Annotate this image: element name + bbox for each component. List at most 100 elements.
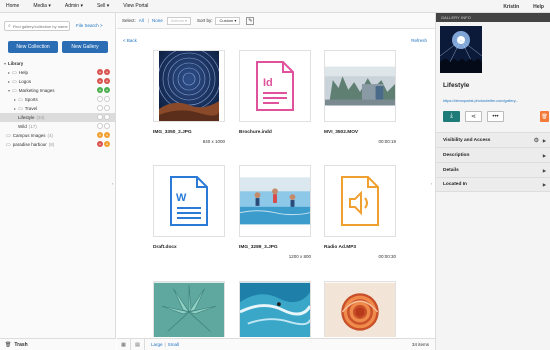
empty-badge-icon [97,96,103,102]
tree-count: (34) [36,115,45,120]
nav-sell[interactable]: Sell ▾ [97,3,109,9]
download-icon: ⤓ [450,113,453,119]
panel-header: GALLERY INFO [436,13,550,22]
file-name: IMG_3350_2.JPG [153,130,192,135]
top-nav: Home Media ▾ Admin ▾ Sell ▾ View Portal … [0,0,550,13]
file-card[interactable] [153,281,225,337]
file-card[interactable]: IMG_3350_2.JPG 840 x 1000 [153,50,225,144]
file-thumbnail[interactable] [239,281,311,337]
nav-home[interactable]: Home [6,3,19,9]
user-menu[interactable]: Kristin [503,4,519,10]
sort-label: Sort by: [196,18,213,23]
download-button[interactable]: ⤓ [443,111,460,122]
size-small-link[interactable]: Small [168,342,179,347]
tree-item-paradise-harbour[interactable]: ▭ paradise harbour (8) ● ● [0,140,116,149]
sort-value: Custom [219,18,234,23]
section-label: Visibility and Access [443,137,491,143]
file-card[interactable]: MVI_3502.MOV 00:00:19 [324,50,396,144]
select-none-link[interactable]: None [152,18,163,23]
tree-item-sports[interactable]: ▸ ▭ Sports [0,95,116,104]
gallery-search-input[interactable] [12,23,69,29]
file-thumbnail[interactable] [153,281,225,337]
more-button[interactable]: ••• [487,111,504,122]
file-card[interactable] [324,281,396,337]
actions-label: Actions [170,18,184,23]
visibility-badges [96,114,110,120]
tree-label: Help [18,70,28,75]
gallery-content: Select: All | None Actions ▾ Sort by: Cu… [117,13,435,350]
seashell-image [325,282,395,337]
section-details[interactable]: Details ▶ [436,162,550,177]
file-name: Radio Ad.MP3 [324,245,357,250]
gallery-url-link[interactable]: https://demoportal.photoshelter.com/gall… [443,99,519,103]
file-thumbnail[interactable] [324,50,396,122]
section-located-in[interactable]: Located In ▶ [436,177,550,192]
file-card[interactable]: IMG_3289_3.JPG 1200 x 800 [239,165,311,259]
file-card[interactable]: W Draft.docx [153,165,225,254]
share-button[interactable]: ⋖ [465,111,482,122]
red-badge-icon: ● [104,78,110,84]
file-thumbnail[interactable]: W [153,165,225,237]
empty-badge-icon [97,123,103,129]
select-all-link[interactable]: All [139,18,144,23]
tree-label: Lifestyle [18,115,35,120]
file-search-link[interactable]: File Search > [76,23,103,28]
help-link[interactable]: Help [533,4,544,10]
gear-icon[interactable]: ⚙ [534,137,539,144]
file-meta: 1200 x 800 [288,254,311,259]
list-view-icon[interactable]: ▤ [131,338,145,350]
orange-badge-icon: ● [104,141,110,147]
file-thumbnail[interactable] [153,50,225,122]
section-visibility-access[interactable]: Visibility and Access ⚙ ▶ [436,132,550,147]
tree-item-marketing-images[interactable]: ▾ ▭ Marketing Images ● ● [0,86,116,95]
search-icon: ⌕ [8,23,11,29]
tree-item-wild[interactable]: Wild (17) [0,122,116,131]
tree-label: Wild [18,124,27,129]
file-card[interactable]: Id Brochure.indd [239,50,311,139]
gallery-actions: ⤓ ⋖ ••• 🗑 [443,111,549,122]
new-collection-button[interactable]: New Collection [8,41,58,53]
nav-admin-label: Admin [64,3,80,9]
new-gallery-button[interactable]: New Gallery [62,41,108,53]
visibility-badges: ● ● [96,78,110,84]
item-count: 34 items [411,342,429,347]
file-meta: 00:00:19 [378,139,396,144]
back-link[interactable]: < Back [123,38,137,43]
nav-media[interactable]: Media ▾ [33,3,51,9]
tree-item-library[interactable]: ▾ Library [0,59,116,68]
tree-item-lifestyle[interactable]: Lifestyle (34) [0,113,116,122]
file-name: MVI_3502.MOV [324,130,359,135]
empty-badge-icon [104,96,110,102]
actions-dropdown[interactable]: Actions ▾ [166,16,191,25]
folder-icon: ▭ [12,87,17,94]
audio-file-icon [341,176,379,226]
trash-label: Trash [14,341,28,348]
file-thumbnail[interactable] [324,281,396,337]
tree-item-travel[interactable]: ▸ ▭ Travel [0,104,116,113]
grid-view-icon[interactable]: ▦ [117,338,131,350]
tree-item-logos[interactable]: ▸ ▭ Logos ● ● [0,77,116,86]
size-separator: | [164,342,166,347]
collapse-left-icon[interactable]: ‹ [112,181,113,186]
tree-item-campus-images[interactable]: ▭ Campus Images (4) ● ● [0,131,116,140]
gallery-cover-image[interactable] [440,26,482,73]
section-description[interactable]: Description ▶ [436,147,550,162]
delete-button[interactable]: 🗑 [540,111,549,122]
sort-dropdown[interactable]: Custom ▾ [215,16,241,25]
size-large-link[interactable]: Large [151,342,163,347]
nav-admin[interactable]: Admin ▾ [65,3,83,9]
file-thumbnail[interactable] [324,165,396,237]
file-card[interactable]: Radio Ad.MP3 00:00:30 [324,165,396,259]
folder-icon: ▭ [12,78,17,85]
nav-view-portal[interactable]: View Portal [123,3,148,9]
nav-sell-label: Sell [96,3,106,9]
file-meta: 00:00:30 [378,254,396,259]
file-thumbnail[interactable] [239,165,311,237]
collapse-right-icon[interactable]: › [431,181,432,186]
file-card[interactable] [239,281,311,337]
edit-icon[interactable]: ✎ [246,16,255,25]
trash-item[interactable]: 🗑 Trash [0,338,116,350]
tree-item-help[interactable]: ▸ ▭ Help ● ● [0,68,116,77]
file-thumbnail[interactable]: Id [239,50,311,122]
refresh-link[interactable]: Refresh [411,38,427,43]
